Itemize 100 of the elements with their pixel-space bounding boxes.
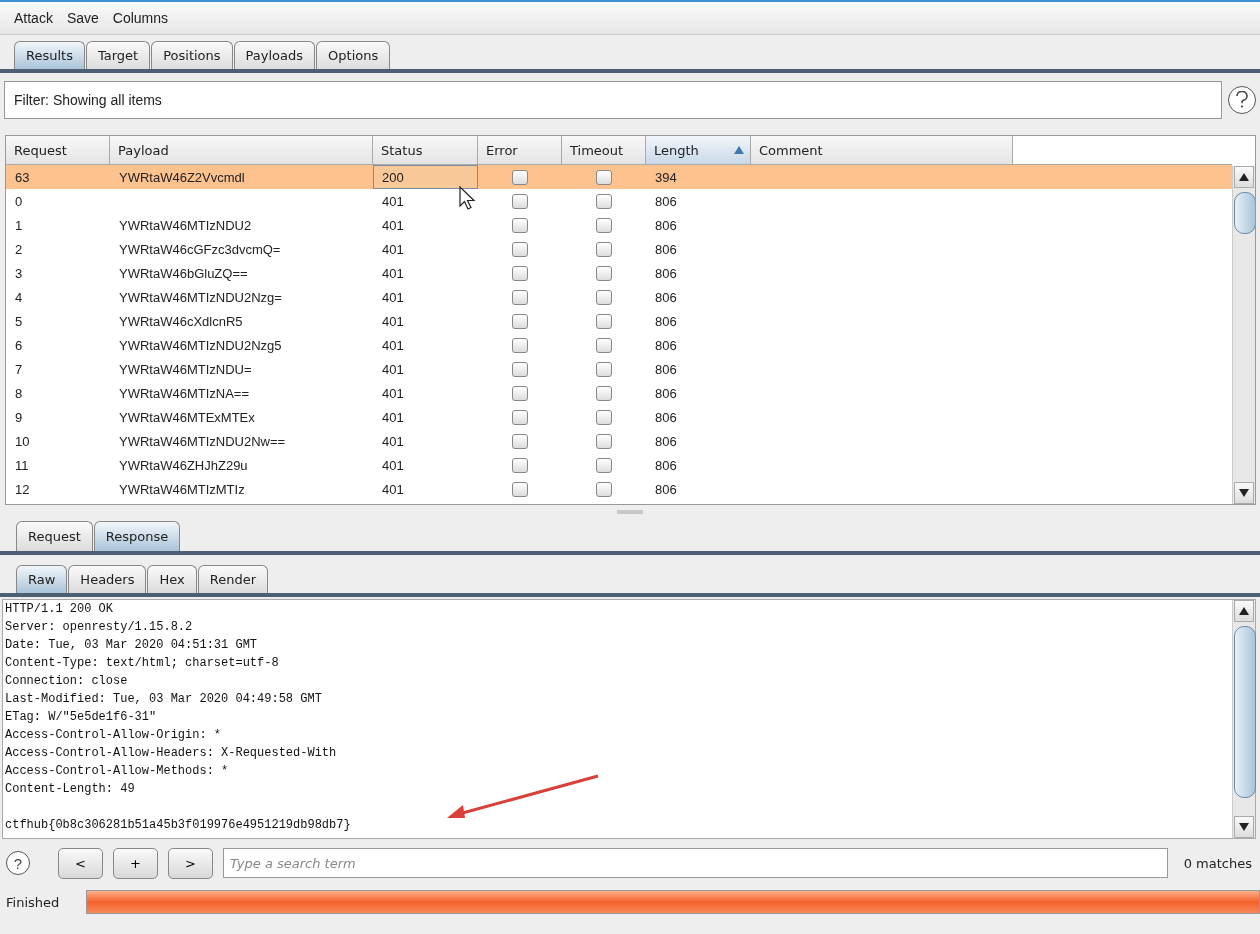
table-cell: YWRtaW46MTIzNDU2Nw==	[119, 433, 286, 449]
tab[interactable]: Response	[93, 521, 181, 551]
nav-button[interactable]: +	[113, 847, 158, 879]
table-cell: YWRtaW46cXdlcnR5	[119, 313, 243, 329]
checkbox[interactable]	[512, 313, 528, 329]
table-cell: 806	[655, 385, 677, 401]
checkbox[interactable]	[512, 217, 528, 233]
table-cell: 401	[382, 337, 404, 353]
table-cell: 401	[382, 457, 404, 473]
table-cell: 401	[382, 217, 404, 233]
table-cell: 8	[15, 385, 23, 401]
checkbox[interactable]	[512, 409, 528, 425]
tab[interactable]: Raw	[16, 565, 68, 593]
response-line: Content-Type: text/html; charset=utf-8	[5, 655, 280, 672]
menu-item[interactable]: Columns	[112, 10, 169, 26]
table-cell: 806	[655, 409, 677, 425]
table-cell: 1	[15, 217, 23, 233]
checkbox[interactable]	[512, 169, 528, 185]
response-body: ctfhub{0b8c306281b51a45b3f019976e4951219db98db7}	[5, 817, 352, 834]
splitter-handle[interactable]	[617, 510, 643, 514]
nav-button[interactable]: >	[168, 847, 213, 879]
scroll-down-icon[interactable]	[1239, 823, 1249, 831]
checkbox[interactable]	[596, 169, 612, 185]
checkbox[interactable]	[596, 481, 612, 497]
column-header[interactable]: Comment	[751, 136, 1013, 164]
table-cell: 10	[15, 433, 30, 449]
table-cell: YWRtaW46MTIzNDU2Nzg=	[119, 289, 282, 305]
search-field[interactable]: Type a search term	[223, 848, 1168, 878]
checkbox[interactable]	[596, 361, 612, 377]
tab[interactable]: Request	[16, 521, 93, 551]
table-cell: 401	[382, 241, 404, 257]
checkbox[interactable]	[596, 289, 612, 305]
tab[interactable]: Hex	[147, 565, 197, 593]
checkbox[interactable]	[512, 433, 528, 449]
table-cell: 394	[655, 169, 677, 185]
table-cell: YWRtaW46MTExMTEx	[119, 409, 255, 425]
checkbox[interactable]	[512, 241, 528, 257]
menu-item[interactable]: Attack	[14, 10, 53, 26]
checkbox[interactable]	[596, 433, 612, 449]
table-cell: 806	[655, 241, 677, 257]
help-icon[interactable]	[1228, 86, 1256, 114]
table-cell: 4	[15, 289, 23, 305]
sort-arrow-icon	[734, 146, 744, 154]
checkbox[interactable]	[512, 385, 528, 401]
tab[interactable]: Options	[316, 41, 391, 69]
table-cell: 7	[15, 361, 23, 377]
table-cell: YWRtaW46ZHJhZ29u	[119, 457, 248, 473]
help-button[interactable]: ?	[6, 851, 30, 875]
scrollbar[interactable]	[1232, 600, 1255, 838]
checkbox[interactable]	[596, 457, 612, 473]
tab[interactable]: Positions	[151, 41, 233, 69]
match-count: 0 matches	[1183, 855, 1253, 871]
checkbox[interactable]	[512, 361, 528, 377]
table-cell: YWRtaW46cGFzc3dvcmQ=	[119, 241, 281, 257]
tab[interactable]: Render	[197, 565, 268, 593]
column-header[interactable]: Timeout	[562, 136, 646, 164]
selected-row[interactable]: 63 YWRtaW46Z2Vvcmdl 200 394	[6, 165, 1232, 189]
scroll-thumb[interactable]	[1234, 192, 1255, 234]
checkbox[interactable]	[596, 193, 612, 209]
table-cell: 806	[655, 481, 677, 497]
scroll-up-icon[interactable]	[1239, 607, 1249, 615]
checkbox[interactable]	[596, 313, 612, 329]
tab[interactable]: Payloads	[233, 41, 316, 69]
response-line: Content-Length: 49	[5, 781, 136, 798]
column-header[interactable]: Length	[646, 136, 751, 164]
table-cell: 401	[382, 313, 404, 329]
table-cell: YWRtaW46Z2Vvcmdl	[119, 169, 245, 185]
column-header[interactable]: Payload	[110, 136, 373, 164]
status-label: Finished	[6, 894, 61, 910]
checkbox[interactable]	[596, 265, 612, 281]
checkbox[interactable]	[512, 289, 528, 305]
table-cell: 0	[15, 193, 23, 209]
scroll-thumb[interactable]	[1234, 626, 1256, 798]
column-header[interactable]: Status	[373, 136, 478, 164]
scroll-up-icon[interactable]	[1239, 173, 1249, 181]
column-header[interactable]: Error	[478, 136, 562, 164]
checkbox[interactable]	[596, 409, 612, 425]
scrollbar[interactable]	[1232, 166, 1255, 504]
checkbox[interactable]	[596, 217, 612, 233]
menu-item[interactable]: Save	[66, 10, 99, 26]
response-line: ETag: W/"5e5de1f6-31"	[5, 709, 158, 726]
filter-bar[interactable]: Filter: Showing all items	[4, 81, 1222, 119]
tab[interactable]: Target	[85, 41, 151, 69]
column-header[interactable]: Request	[6, 136, 110, 164]
checkbox[interactable]	[512, 265, 528, 281]
nav-button[interactable]: <	[58, 847, 103, 879]
checkbox[interactable]	[596, 385, 612, 401]
tab[interactable]: Headers	[68, 565, 147, 593]
checkbox[interactable]	[596, 337, 612, 353]
scroll-down-icon[interactable]	[1239, 489, 1249, 497]
checkbox[interactable]	[512, 193, 528, 209]
checkbox[interactable]	[596, 241, 612, 257]
table-cell: YWRtaW46bGluZQ==	[119, 265, 248, 281]
checkbox[interactable]	[512, 337, 528, 353]
checkbox[interactable]	[512, 481, 528, 497]
table-cell: 401	[382, 409, 404, 425]
tab[interactable]: Results	[14, 41, 85, 69]
table-cell: 401	[382, 385, 404, 401]
table-cell: 5	[15, 313, 23, 329]
checkbox[interactable]	[512, 457, 528, 473]
